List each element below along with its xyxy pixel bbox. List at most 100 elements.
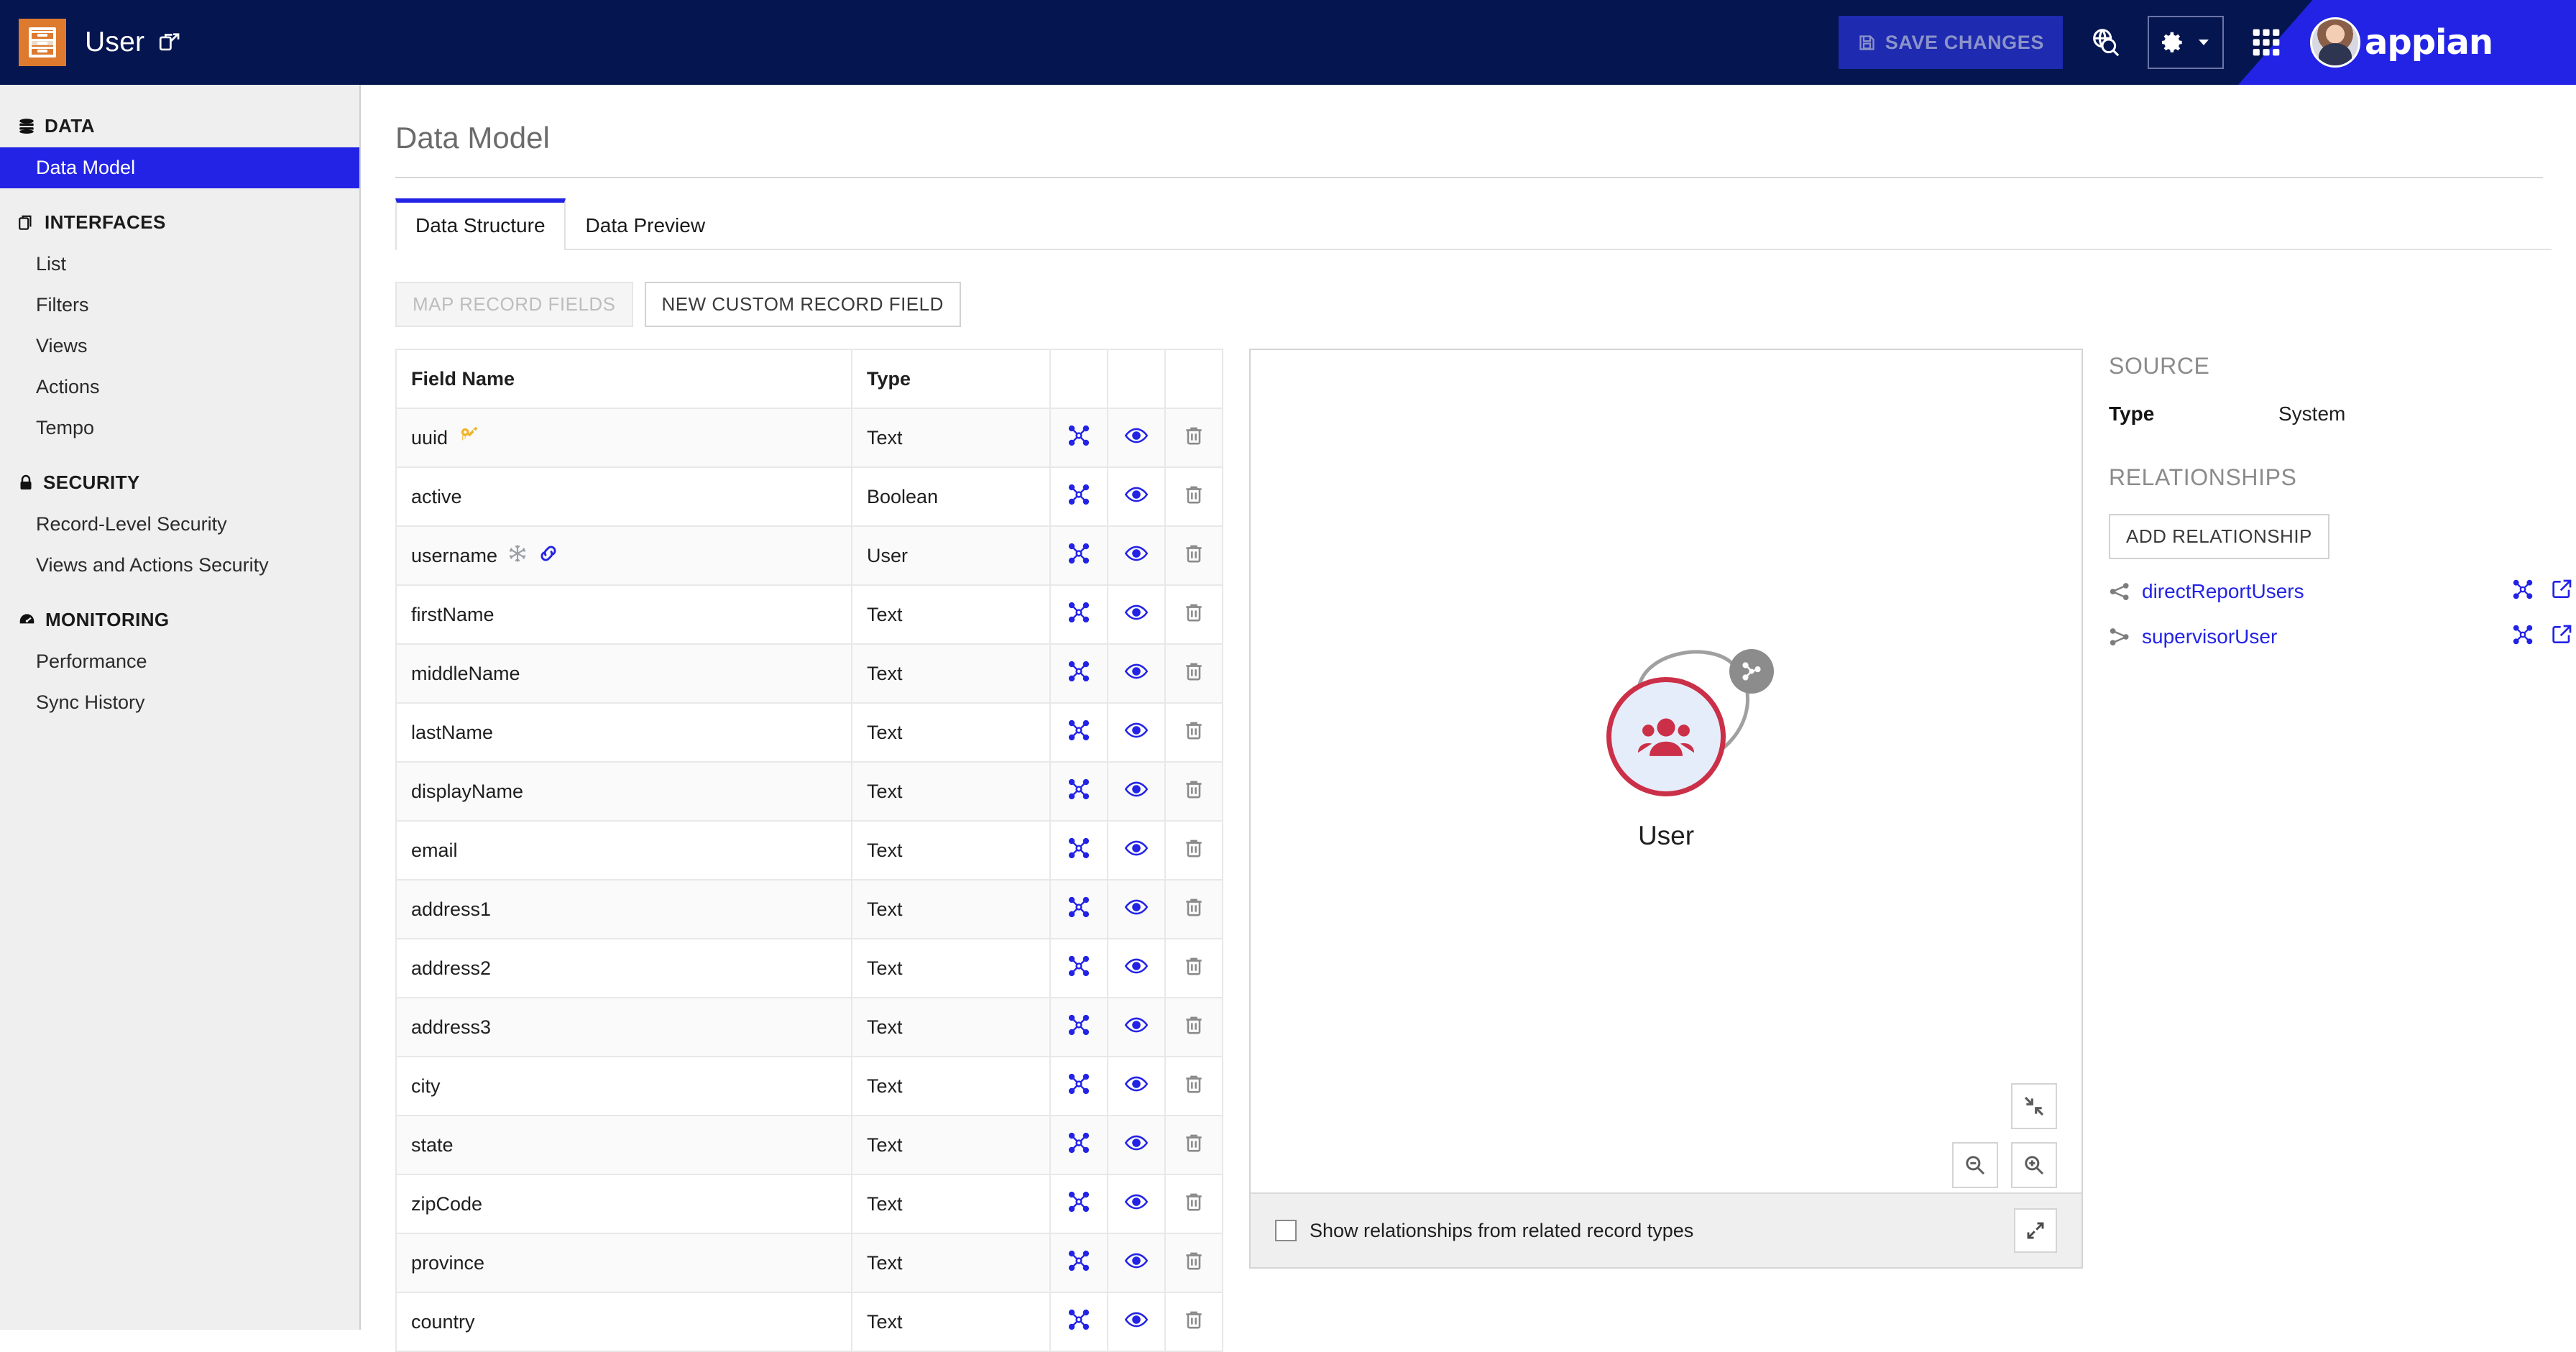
row-relationship-button[interactable] xyxy=(1049,643,1108,704)
row-delete-button[interactable] xyxy=(1164,1292,1223,1352)
fit-to-screen-icon[interactable] xyxy=(2011,1083,2057,1129)
relationship-nodes-icon xyxy=(1068,778,1090,799)
row-view-button[interactable] xyxy=(1107,820,1166,880)
relationship-nodes-icon xyxy=(1068,543,1090,564)
cell-field-name: city xyxy=(395,1056,852,1116)
row-delete-button[interactable] xyxy=(1164,997,1223,1057)
cell-field-type: Text xyxy=(851,879,1051,939)
row-relationship-button[interactable] xyxy=(1049,466,1108,527)
row-relationship-button[interactable] xyxy=(1049,879,1108,939)
relationship-edit-button[interactable] xyxy=(2550,578,2573,604)
row-view-button[interactable] xyxy=(1107,879,1166,939)
zoom-in-icon[interactable] xyxy=(2011,1142,2057,1188)
row-relationship-button[interactable] xyxy=(1049,525,1108,586)
sidebar-item-record-level-security[interactable]: Record-Level Security xyxy=(0,504,359,545)
user-avatar[interactable] xyxy=(2310,17,2360,68)
row-relationship-button[interactable] xyxy=(1049,584,1108,645)
row-delete-button[interactable] xyxy=(1164,879,1223,939)
row-view-button[interactable] xyxy=(1107,525,1166,586)
relationship-edit-button[interactable] xyxy=(2550,623,2573,650)
expand-diagonal-icon[interactable] xyxy=(2014,1208,2057,1253)
open-external-icon[interactable] xyxy=(157,30,182,55)
sidebar-item-tempo[interactable]: Tempo xyxy=(0,408,359,449)
row-relationship-button[interactable] xyxy=(1049,761,1108,822)
many-to-one-icon xyxy=(2110,627,2129,645)
relationship-nodes-button[interactable] xyxy=(2511,578,2534,604)
row-view-button[interactable] xyxy=(1107,408,1166,468)
row-relationship-button[interactable] xyxy=(1049,1292,1108,1352)
diagram-node-user[interactable]: User xyxy=(1606,649,1774,851)
row-delete-button[interactable] xyxy=(1164,466,1223,527)
row-relationship-button[interactable] xyxy=(1049,408,1108,468)
row-relationship-button[interactable] xyxy=(1049,1233,1108,1293)
sidebar-item-views[interactable]: Views xyxy=(0,326,359,367)
row-relationship-button[interactable] xyxy=(1049,1115,1108,1175)
new-custom-record-field-button[interactable]: NEW CUSTOM RECORD FIELD xyxy=(644,282,961,327)
row-relationship-button[interactable] xyxy=(1049,820,1108,880)
row-delete-button[interactable] xyxy=(1164,761,1223,822)
row-delete-button[interactable] xyxy=(1164,584,1223,645)
relationship-diagram[interactable]: User Show relationships from related rec… xyxy=(1249,349,2083,1269)
field-name-text: state xyxy=(411,1133,454,1156)
diagram-canvas[interactable]: User xyxy=(1251,350,2082,1267)
row-view-button[interactable] xyxy=(1107,1115,1166,1175)
tab-data-preview[interactable]: Data Preview xyxy=(566,198,726,250)
row-delete-button[interactable] xyxy=(1164,702,1223,763)
row-delete-button[interactable] xyxy=(1164,408,1223,468)
tab-data-structure[interactable]: Data Structure xyxy=(395,198,566,250)
row-delete-button[interactable] xyxy=(1164,820,1223,880)
row-relationship-button[interactable] xyxy=(1049,702,1108,763)
field-name-text: middleName xyxy=(411,662,520,684)
node-circle[interactable] xyxy=(1606,649,1774,796)
row-view-button[interactable] xyxy=(1107,643,1166,704)
row-delete-button[interactable] xyxy=(1164,525,1223,586)
field-name-text: email xyxy=(411,839,458,861)
map-record-fields-button[interactable]: MAP RECORD FIELDS xyxy=(395,282,633,327)
row-view-button[interactable] xyxy=(1107,761,1166,822)
row-view-button[interactable] xyxy=(1107,702,1166,763)
trash-icon xyxy=(1186,840,1202,857)
row-view-button[interactable] xyxy=(1107,938,1166,998)
row-view-button[interactable] xyxy=(1107,584,1166,645)
relationship-nodes-button[interactable] xyxy=(2511,623,2534,650)
self-relationship-badge[interactable] xyxy=(1729,649,1774,694)
sidebar-item-actions[interactable]: Actions xyxy=(0,367,359,408)
sidebar-item-performance[interactable]: Performance xyxy=(0,641,359,682)
field-name-text: firstName xyxy=(411,603,494,625)
row-delete-button[interactable] xyxy=(1164,1174,1223,1234)
sidebar-item-views-and-actions-security[interactable]: Views and Actions Security xyxy=(0,545,359,586)
add-relationship-button[interactable]: ADD RELATIONSHIP xyxy=(2109,514,2329,559)
relationship-name-link[interactable]: supervisorUser xyxy=(2142,625,2277,648)
row-relationship-button[interactable] xyxy=(1049,1056,1108,1116)
cell-field-type: Text xyxy=(851,408,1051,468)
row-relationship-button[interactable] xyxy=(1049,997,1108,1057)
row-delete-button[interactable] xyxy=(1164,643,1223,704)
zoom-out-icon[interactable] xyxy=(1952,1142,1998,1188)
apps-grid-icon[interactable] xyxy=(2240,16,2293,69)
row-delete-button[interactable] xyxy=(1164,1115,1223,1175)
row-view-button[interactable] xyxy=(1107,1233,1166,1293)
row-view-button[interactable] xyxy=(1107,1292,1166,1352)
cell-field-type: Text xyxy=(851,938,1051,998)
fields-table-body: uuid P Text active Boolean username User firstN… xyxy=(395,408,1223,1352)
show-related-relationships-checkbox[interactable] xyxy=(1275,1220,1297,1241)
row-relationship-button[interactable] xyxy=(1049,1174,1108,1234)
row-relationship-button[interactable] xyxy=(1049,938,1108,998)
row-delete-button[interactable] xyxy=(1164,1233,1223,1293)
row-delete-button[interactable] xyxy=(1164,938,1223,998)
row-view-button[interactable] xyxy=(1107,1174,1166,1234)
row-view-button[interactable] xyxy=(1107,997,1166,1057)
sidebar-item-filters[interactable]: Filters xyxy=(0,285,359,326)
relationship-nodes-icon xyxy=(1068,661,1090,681)
row-view-button[interactable] xyxy=(1107,1056,1166,1116)
settings-menu-button[interactable] xyxy=(2148,16,2224,69)
relationship-name-link[interactable]: directReportUsers xyxy=(2142,580,2304,603)
row-delete-button[interactable] xyxy=(1164,1056,1223,1116)
sidebar-item-sync-history[interactable]: Sync History xyxy=(0,682,359,723)
row-view-button[interactable] xyxy=(1107,466,1166,527)
sidebar-item-list[interactable]: List xyxy=(0,244,359,285)
sidebar-item-data-model[interactable]: Data Model xyxy=(0,147,359,188)
globe-search-icon[interactable] xyxy=(2079,16,2132,69)
save-changes-button[interactable]: SAVE CHANGES xyxy=(1838,16,2063,69)
column-header-type: Type xyxy=(851,349,1051,409)
